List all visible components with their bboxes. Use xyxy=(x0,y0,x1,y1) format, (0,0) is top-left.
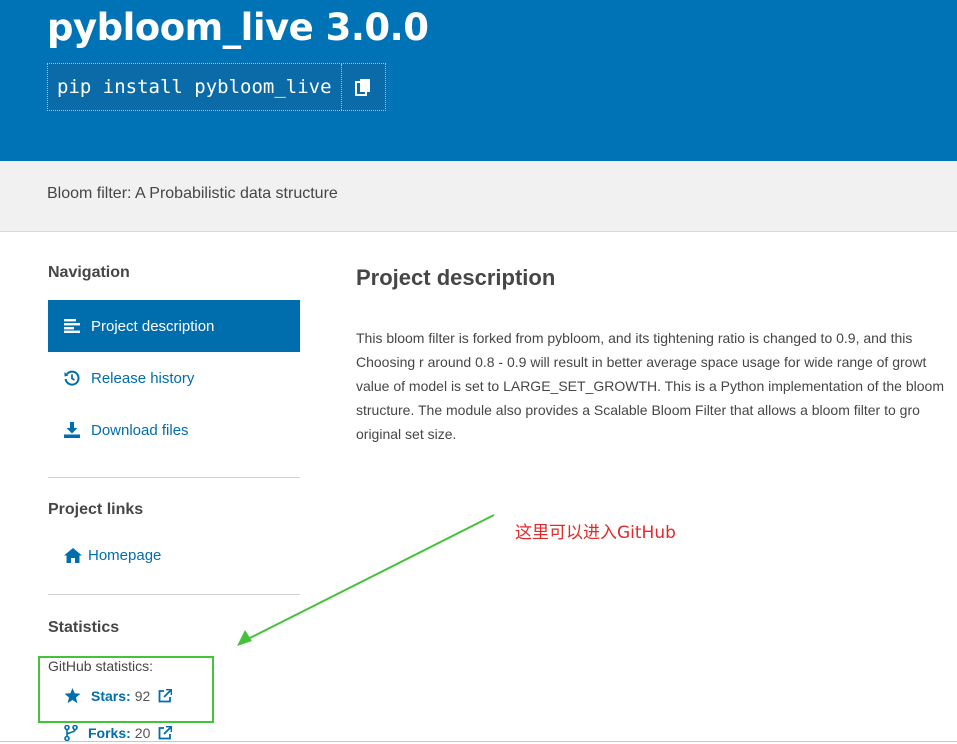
viewport-bottom-line xyxy=(0,741,957,742)
annotation-arrow xyxy=(237,514,495,646)
annotation-highlight-box xyxy=(38,656,214,723)
